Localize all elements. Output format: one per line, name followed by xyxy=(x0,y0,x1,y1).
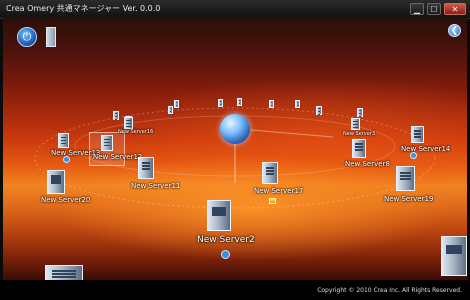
server-node[interactable] xyxy=(47,170,65,194)
server-node[interactable] xyxy=(441,236,467,276)
minimize-button[interactable]: ▁ xyxy=(410,3,424,15)
power-icon[interactable]: ⏻ xyxy=(17,27,37,47)
server-label: New Server2 xyxy=(197,235,255,245)
server-label: New Server3 xyxy=(343,131,376,137)
server-node-far[interactable] xyxy=(237,98,242,106)
server-map-canvas[interactable]: ⏻ ❮ New Server13 New Server12 New Server… xyxy=(3,18,467,280)
server-node[interactable] xyxy=(138,157,154,179)
server-node[interactable] xyxy=(411,126,424,143)
server-label: New Server16 xyxy=(118,129,154,135)
status-icon xyxy=(221,250,230,259)
app-window: Crea Omery 共通マネージャー Ver. 0.0.0 ▁ ☐ ✕ ⏻ ❮ xyxy=(0,0,470,300)
server-label: New Server20 xyxy=(41,196,91,204)
server-node[interactable] xyxy=(351,118,360,130)
back-arrow-icon[interactable]: ❮ xyxy=(448,24,461,37)
server-node-far[interactable] xyxy=(357,108,363,117)
server-label: New Server11 xyxy=(131,182,181,190)
status-icon xyxy=(63,156,70,163)
server-node[interactable] xyxy=(58,133,69,148)
server-node-far[interactable] xyxy=(316,106,322,115)
server-node[interactable] xyxy=(207,200,231,231)
document-icon[interactable] xyxy=(46,27,56,47)
window-title: Crea Omery 共通マネージャー Ver. 0.0.0 xyxy=(6,4,161,13)
status-bar: Copyright © 2010 Crea Inc. All Rights Re… xyxy=(0,280,470,300)
globe-icon[interactable] xyxy=(220,114,250,144)
server-node-far[interactable] xyxy=(174,100,179,108)
close-button[interactable]: ✕ xyxy=(444,3,466,15)
server-label: New Server12 xyxy=(93,153,143,161)
server-label: New Server17 xyxy=(254,187,304,195)
server-node[interactable] xyxy=(45,265,83,280)
server-node[interactable] xyxy=(124,117,133,129)
title-bar[interactable]: Crea Omery 共通マネージャー Ver. 0.0.0 ▁ ☐ ✕ xyxy=(0,0,470,19)
server-node-selected[interactable] xyxy=(101,135,113,151)
maximize-button[interactable]: ☐ xyxy=(427,3,441,15)
server-node-far[interactable] xyxy=(113,111,119,120)
server-label: New Server8 xyxy=(345,160,390,168)
server-node[interactable] xyxy=(262,162,278,184)
package-icon xyxy=(269,198,276,204)
server-node[interactable] xyxy=(352,139,366,158)
server-node-far[interactable] xyxy=(168,106,173,114)
server-node-far[interactable] xyxy=(295,100,300,108)
server-node-far[interactable] xyxy=(269,100,274,108)
server-label: New Server19 xyxy=(384,195,434,203)
server-label: New Server14 xyxy=(401,145,451,153)
server-node-far[interactable] xyxy=(218,99,223,107)
server-node[interactable] xyxy=(396,166,415,191)
status-icon xyxy=(410,152,417,159)
copyright-text: Copyright © 2010 Crea Inc. All Rights Re… xyxy=(317,287,462,294)
